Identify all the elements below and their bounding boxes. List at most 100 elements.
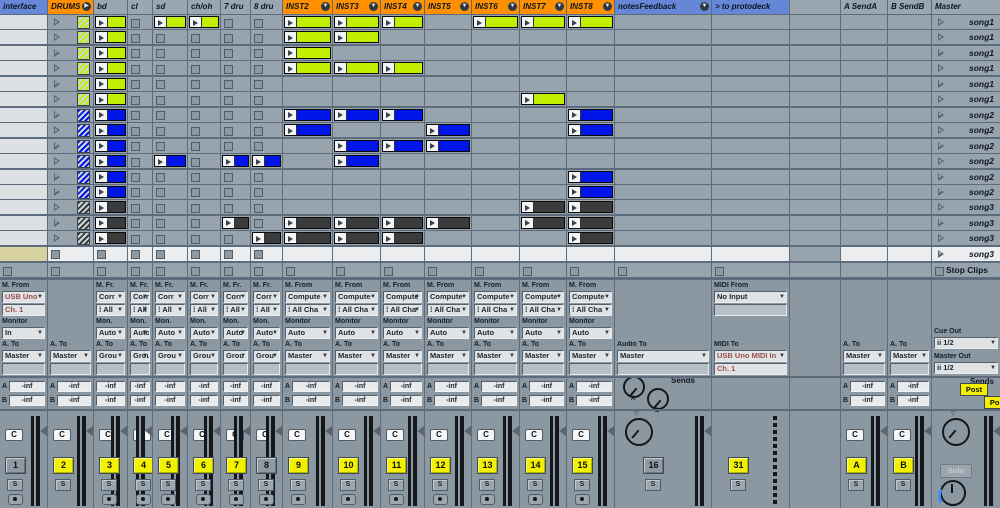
- clip-stop-button[interactable]: [224, 111, 233, 120]
- stop-slot-inst3[interactable]: [333, 263, 380, 277]
- solo-button[interactable]: S: [195, 479, 211, 491]
- output-to-select[interactable]: Grou▼: [253, 350, 280, 362]
- clip-slot-bd[interactable]: [94, 216, 127, 230]
- volume-fader-handle[interactable]: [607, 426, 614, 436]
- track-header-8dru[interactable]: 8 dru: [251, 0, 282, 14]
- midi-from-select[interactable]: USB Uno▼: [2, 291, 45, 303]
- scene-launch-icon[interactable]: [54, 234, 60, 242]
- clip[interactable]: [284, 217, 331, 229]
- clip-slot-cl[interactable]: [128, 247, 152, 261]
- clip-slot-cl[interactable]: [128, 231, 152, 245]
- crossfade-assign-button[interactable]: C: [525, 429, 543, 441]
- clip-launch-icon[interactable]: [96, 125, 108, 135]
- clip-slot-inst2[interactable]: [283, 170, 332, 184]
- clip-slot-send-a[interactable]: [841, 15, 887, 29]
- clip-slot-inst2[interactable]: [283, 92, 332, 106]
- crossfade-assign-button[interactable]: C: [430, 429, 448, 441]
- input-channel-select[interactable]: ⁞ All Cha▼: [383, 304, 422, 316]
- clip-launch-icon[interactable]: [96, 141, 108, 151]
- clip-slot-interface[interactable]: [0, 92, 47, 106]
- clip-slot-send-a[interactable]: [841, 46, 887, 60]
- clip[interactable]: [95, 47, 126, 59]
- clip-stop-button[interactable]: [131, 142, 140, 151]
- clip-stop-button[interactable]: [131, 188, 140, 197]
- clip-launch-icon[interactable]: [285, 125, 297, 135]
- clip-slot-inst2[interactable]: [283, 231, 332, 245]
- clip-slot-notesfeedback[interactable]: [615, 200, 711, 214]
- clip-launch-icon[interactable]: [335, 218, 347, 228]
- clip-slot-ch-oh[interactable]: [188, 77, 220, 91]
- clip-slot-7dru[interactable]: [221, 123, 250, 137]
- clip-slot-inst6[interactable]: [472, 123, 519, 137]
- clip-slot-8dru[interactable]: [251, 185, 282, 199]
- clip-slot-7dru[interactable]: [221, 200, 250, 214]
- volume-b-value[interactable]: -inf: [434, 395, 469, 406]
- track-header-spacer[interactable]: [790, 0, 840, 14]
- solo-button[interactable]: S: [228, 479, 244, 491]
- stop-slot-sd[interactable]: [153, 263, 187, 277]
- clip-slot-cl[interactable]: [128, 200, 152, 214]
- volume-b-value[interactable]: -inf: [190, 395, 218, 406]
- clip-launch-icon[interactable]: [285, 110, 297, 120]
- volume-a-value[interactable]: -inf: [576, 381, 612, 392]
- clip[interactable]: [334, 155, 379, 167]
- clip-slot-bd[interactable]: [94, 154, 127, 168]
- clip-slot-ch-oh[interactable]: [188, 185, 220, 199]
- clip-slot-send-a[interactable]: [841, 139, 887, 153]
- clip-slot-notesfeedback[interactable]: [615, 216, 711, 230]
- clip-slot-7dru[interactable]: [221, 15, 250, 29]
- clip-launch-icon[interactable]: [569, 17, 581, 27]
- clip-slot-inst2[interactable]: [283, 247, 332, 261]
- clip-slot-inst7[interactable]: [520, 247, 566, 261]
- clip-slot-spacer[interactable]: [790, 170, 840, 184]
- clip-slot-bd[interactable]: [94, 92, 127, 106]
- clip-stop-button[interactable]: [156, 111, 165, 120]
- clip-slot-to-protodeck[interactable]: [712, 46, 789, 60]
- stop-all-icon[interactable]: [935, 267, 944, 276]
- arm-record-button[interactable]: [161, 494, 176, 505]
- clip-slot-inst4[interactable]: [381, 200, 424, 214]
- clip-slot-bd[interactable]: [94, 77, 127, 91]
- clip-slot-inst8[interactable]: [567, 15, 614, 29]
- output-to-select[interactable]: Master▼: [843, 350, 885, 362]
- clip-slot-bd[interactable]: [94, 139, 127, 153]
- clip-slot-notesfeedback[interactable]: [615, 92, 711, 106]
- clip-stop-button[interactable]: [224, 96, 233, 105]
- track-header-sd[interactable]: sd: [153, 0, 187, 14]
- monitor-select[interactable]: In▼: [2, 327, 45, 339]
- output-channel-box[interactable]: [96, 363, 125, 375]
- clip[interactable]: [284, 62, 331, 74]
- scene-launch-icon[interactable]: [54, 80, 60, 88]
- clip-slot-inst3[interactable]: [333, 46, 380, 60]
- clip-stop-button[interactable]: [224, 49, 233, 58]
- clip-stop-button[interactable]: [254, 188, 263, 197]
- monitor-select[interactable]: Auto▼: [223, 327, 248, 339]
- track-header-inst7[interactable]: INST7▼: [520, 0, 566, 14]
- clip-stop-button[interactable]: [191, 158, 200, 167]
- clip-stop-button[interactable]: [156, 34, 165, 43]
- volume-a-value[interactable]: -inf: [253, 381, 280, 392]
- clip-slot-spacer[interactable]: [790, 108, 840, 122]
- clip-stop-button[interactable]: [191, 250, 200, 259]
- monitor-select[interactable]: Auto▼: [130, 327, 150, 339]
- clip-stop-button[interactable]: [97, 250, 106, 259]
- volume-fader-handle[interactable]: [993, 426, 1000, 436]
- track-header-master[interactable]: Master: [932, 0, 1000, 14]
- clip-slot-cl[interactable]: [128, 139, 152, 153]
- clip-stop-button[interactable]: [156, 65, 165, 74]
- clip-stop-button[interactable]: [254, 49, 263, 58]
- clip-stop-button[interactable]: [254, 219, 263, 228]
- clip[interactable]: [95, 31, 126, 43]
- scene-launch-icon[interactable]: [938, 111, 944, 119]
- output-to-select[interactable]: Grou▼: [223, 350, 248, 362]
- clip-slot-inst8[interactable]: [567, 61, 614, 75]
- clip-slot-8dru[interactable]: [251, 170, 282, 184]
- clip-slot-sd[interactable]: [153, 61, 187, 75]
- midi-from-select[interactable]: Compute▼: [522, 291, 564, 303]
- monitor-select[interactable]: Auto▼: [190, 327, 218, 339]
- clip-slot-sd[interactable]: [153, 139, 187, 153]
- clip-slot-send-a[interactable]: [841, 170, 887, 184]
- scene-launch-icon[interactable]: [938, 234, 944, 242]
- clip-slot-inst5[interactable]: [425, 216, 471, 230]
- clip-slot-bd[interactable]: [94, 123, 127, 137]
